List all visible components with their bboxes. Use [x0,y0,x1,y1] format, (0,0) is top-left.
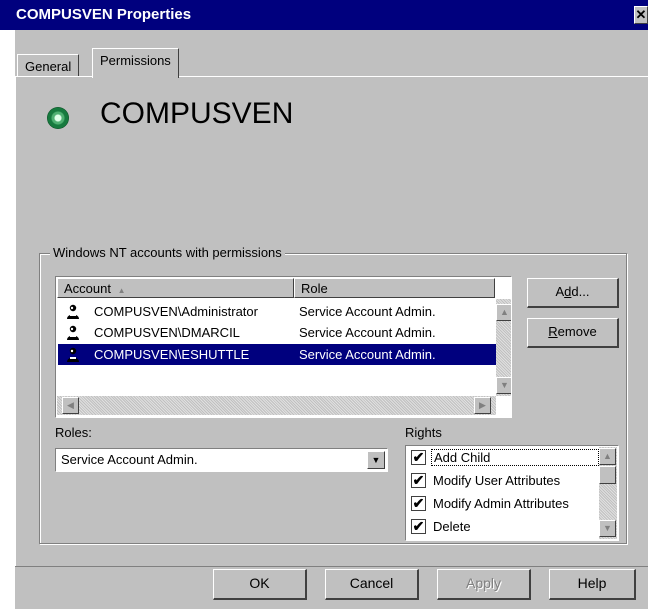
roles-selected-value: Service Account Admin. [61,452,198,467]
column-header-account[interactable]: Account ▲ [57,278,294,298]
roles-dropdown[interactable]: Service Account Admin. ▼ [55,448,388,472]
rights-list[interactable]: ✔ Add Child ✔ Modify User Attributes ✔ M… [405,445,619,541]
rights-vertical-scrollbar[interactable]: ▲ ▼ [599,447,617,539]
role-cell: Service Account Admin. [299,304,436,319]
table-row[interactable]: COMPUSVEN\Administrator Service Account … [58,301,496,322]
checkbox[interactable]: ✔ [411,473,426,488]
checkbox[interactable]: ✔ [411,496,426,511]
role-cell: Service Account Admin. [299,325,436,340]
scroll-right-arrow-icon[interactable]: ▶ [474,397,491,414]
user-icon [67,304,79,319]
accounts-horizontal-scrollbar[interactable]: ◀ ▶ [57,396,496,415]
ok-button[interactable]: OK [213,569,307,600]
user-icon [67,325,79,340]
directory-object-icon [47,107,69,129]
add-button[interactable]: Add... [527,278,619,308]
apply-button[interactable]: Apply [437,569,531,600]
chevron-down-icon[interactable]: ▼ [367,451,385,469]
rights-item-label: Add Child [431,449,599,466]
rights-label: Rights [405,425,442,440]
scroll-down-arrow-icon[interactable]: ▼ [496,377,511,394]
rights-item-delete[interactable]: ✔ Delete [408,516,600,539]
close-icon[interactable]: ✕ [636,7,647,22]
checkbox[interactable]: ✔ [411,519,426,534]
rights-item-label: Modify User Attributes [433,473,561,488]
scroll-up-arrow-icon[interactable]: ▲ [496,304,511,321]
accounts-group-label: Windows NT accounts with permissions [50,245,285,260]
remove-button[interactable]: Remove [527,318,619,348]
scroll-down-arrow-icon[interactable]: ▼ [599,520,616,537]
window-title: COMPUSVEN Properties [16,6,192,23]
close-button[interactable]: ✕ [634,6,648,24]
checkbox[interactable]: ✔ [411,450,426,465]
accounts-vertical-scrollbar[interactable]: ▲ ▼ [496,299,511,396]
account-cell: COMPUSVEN\Administrator [94,304,258,319]
rights-item-modify-user-attributes[interactable]: ✔ Modify User Attributes [408,470,600,493]
rights-item-label: Delete [433,519,471,534]
tab-permissions[interactable]: Permissions [92,48,179,78]
desktop-background [0,30,15,609]
properties-dialog: COMPUSVEN Properties ✕ General Permissio… [0,0,648,609]
column-header-account-label: Account [64,281,111,296]
scroll-up-arrow-icon[interactable]: ▲ [599,448,616,465]
object-name: COMPUSVEN [100,97,294,130]
rights-item-label: Modify Admin Attributes [433,496,569,511]
account-cell: COMPUSVEN\DMARCIL [94,325,240,340]
roles-label: Roles: [55,425,92,440]
rights-item-add-child[interactable]: ✔ Add Child [408,447,600,470]
title-bar: COMPUSVEN Properties ✕ [0,0,648,30]
sort-ascending-icon: ▲ [117,286,126,295]
role-cell: Service Account Admin. [299,347,436,362]
rights-item-modify-admin-attributes[interactable]: ✔ Modify Admin Attributes [408,493,600,516]
tab-general[interactable]: General [17,54,80,76]
scroll-left-arrow-icon[interactable]: ◀ [62,397,79,414]
accounts-list[interactable]: Account ▲ Role COMPUSVEN\Administrator S… [55,276,512,418]
scroll-thumb[interactable] [599,466,616,484]
column-header-role[interactable]: Role [294,278,495,298]
table-row[interactable]: COMPUSVEN\ESHUTTLE Service Account Admin… [58,344,496,365]
account-cell: COMPUSVEN\ESHUTTLE [94,347,250,362]
user-icon [67,347,79,362]
table-row[interactable]: COMPUSVEN\DMARCIL Service Account Admin. [58,322,496,343]
help-button[interactable]: Help [549,569,636,600]
cancel-button[interactable]: Cancel [325,569,419,600]
